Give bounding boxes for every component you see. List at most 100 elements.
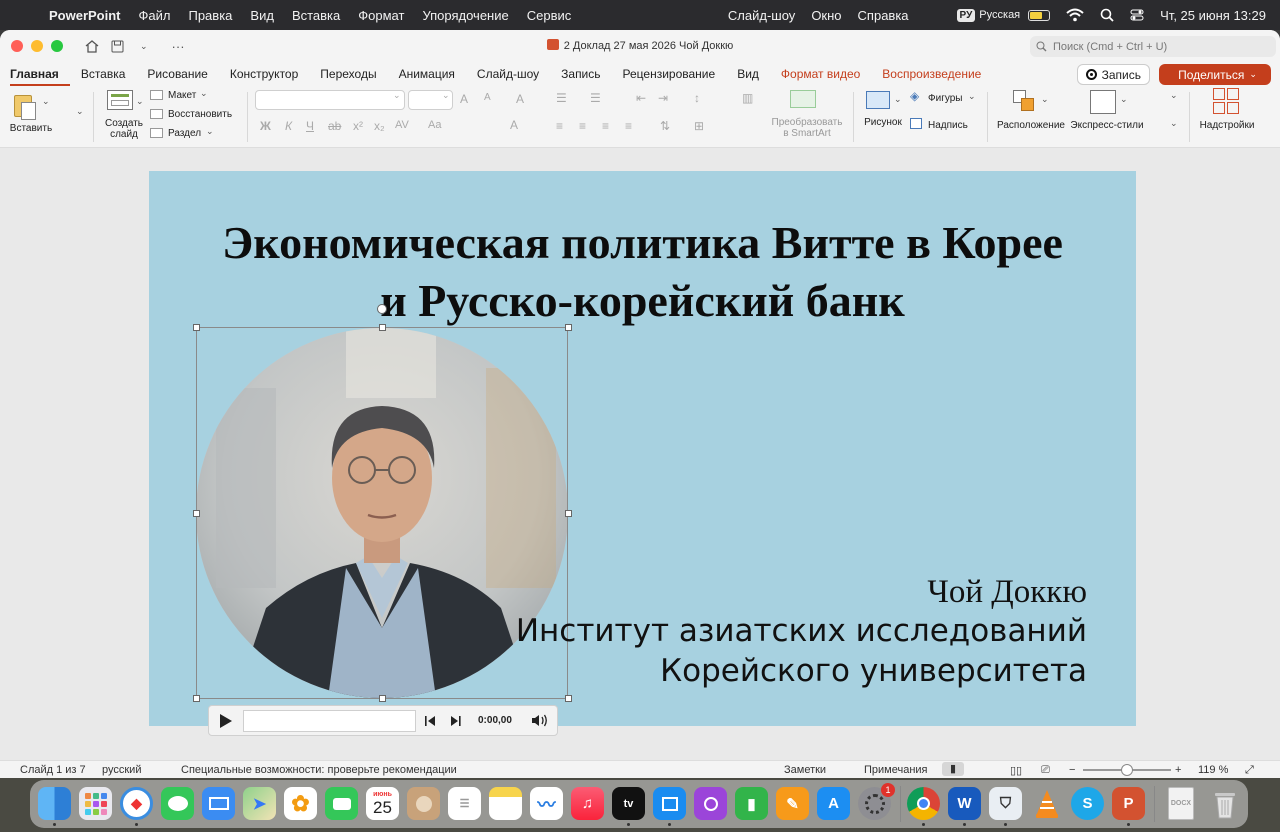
- close-window-button[interactable]: [11, 40, 23, 52]
- podcasts-icon[interactable]: [694, 787, 727, 820]
- menu-help[interactable]: Справка: [850, 8, 917, 23]
- slide-canvas[interactable]: Экономическая политика Витте в Корее и Р…: [149, 171, 1136, 726]
- reading-view-icon[interactable]: ▯▯: [1010, 764, 1022, 777]
- textbox-icon[interactable]: [910, 118, 922, 129]
- rotate-handle-icon[interactable]: [377, 304, 387, 314]
- notes-app-icon[interactable]: [489, 787, 522, 820]
- align-right-icon[interactable]: ≡: [602, 119, 609, 133]
- shapes-icon[interactable]: ◈: [910, 89, 919, 103]
- reset-icon[interactable]: [150, 109, 163, 119]
- document-icon[interactable]: DOCX: [1168, 787, 1194, 820]
- menu-format[interactable]: Формат: [349, 8, 413, 23]
- menu-edit[interactable]: Правка: [179, 8, 241, 23]
- addins-label[interactable]: Надстройки: [1196, 120, 1258, 131]
- tv-icon[interactable]: tv: [612, 787, 645, 820]
- align-text-icon[interactable]: ⊞: [694, 119, 704, 133]
- menu-arrange[interactable]: Упорядочение: [413, 8, 517, 23]
- tab-insert[interactable]: Вставка: [70, 62, 137, 86]
- app-store-icon[interactable]: A: [817, 787, 850, 820]
- play-icon[interactable]: [219, 713, 233, 729]
- skip-back-icon[interactable]: [425, 716, 437, 726]
- arrange-chevron-icon[interactable]: ⌄: [1041, 94, 1049, 105]
- reminders-icon[interactable]: ☰: [448, 787, 481, 820]
- freeform-icon[interactable]: 〰: [530, 787, 563, 820]
- zoom-in-icon[interactable]: +: [1175, 764, 1181, 776]
- zoom-level[interactable]: 119 %: [1198, 764, 1228, 776]
- control-center-icon[interactable]: [1130, 8, 1144, 22]
- facetime-icon[interactable]: [325, 787, 358, 820]
- spotlight-search-icon[interactable]: [1100, 8, 1114, 22]
- tab-view[interactable]: Вид: [726, 62, 770, 86]
- picture-label[interactable]: Рисунок: [862, 117, 904, 128]
- resize-handle-right[interactable]: [565, 510, 572, 517]
- media-progress-bar[interactable]: [243, 710, 416, 732]
- underline-icon[interactable]: Ч: [306, 119, 314, 133]
- resize-handle-bottom[interactable]: [379, 695, 386, 702]
- superscript-icon[interactable]: x²: [353, 119, 363, 133]
- menu-tools[interactable]: Сервис: [518, 8, 581, 23]
- powerpoint-icon[interactable]: P: [1112, 787, 1145, 820]
- resize-handle-top-right[interactable]: [565, 324, 572, 331]
- subscript-icon[interactable]: x₂: [374, 119, 385, 133]
- numbering-icon[interactable]: ☰: [590, 91, 601, 105]
- align-left-icon[interactable]: ≡: [556, 119, 563, 133]
- music-icon[interactable]: ♫: [571, 787, 604, 820]
- section-chevron-icon[interactable]: ⌄: [206, 126, 214, 137]
- keynote-icon[interactable]: [653, 787, 686, 820]
- mail-icon[interactable]: [202, 787, 235, 820]
- resize-handle-top-left[interactable]: [193, 324, 200, 331]
- tab-record[interactable]: Запись: [550, 62, 611, 86]
- chrome-icon[interactable]: [907, 787, 940, 820]
- tab-design[interactable]: Конструктор: [219, 62, 309, 86]
- trash-icon[interactable]: [1208, 787, 1241, 820]
- quick-styles-label[interactable]: Экспресс-стили: [1068, 120, 1146, 131]
- text-direction-icon[interactable]: ⇅: [660, 119, 670, 133]
- bold-icon[interactable]: Ж: [260, 119, 271, 133]
- fit-to-window-icon[interactable]: ⤢: [1245, 764, 1254, 777]
- quick-styles-icon[interactable]: [1090, 90, 1116, 114]
- tab-draw[interactable]: Рисование: [136, 62, 218, 86]
- safari-icon[interactable]: ◆: [120, 787, 153, 820]
- shape-outline-chevron-icon[interactable]: ⌄: [1170, 118, 1178, 129]
- skype-icon[interactable]: S: [1071, 787, 1104, 820]
- input-source-label[interactable]: Русская: [979, 9, 1020, 21]
- numbers-icon[interactable]: ▮: [735, 787, 768, 820]
- volume-icon[interactable]: [531, 714, 549, 727]
- section-label[interactable]: Раздел: [168, 128, 201, 139]
- clear-formatting-icon[interactable]: A: [516, 92, 524, 106]
- tab-playback[interactable]: Воспроизведение: [871, 62, 992, 86]
- accessibility-status[interactable]: Специальные возможности: проверьте реком…: [181, 764, 457, 776]
- tab-transitions[interactable]: Переходы: [309, 62, 387, 86]
- author-block[interactable]: Чой Доккю Институт азиатских исследовани…: [516, 573, 1087, 691]
- textbox-label[interactable]: Надпись: [928, 120, 968, 131]
- new-slide-chevron-icon[interactable]: ⌄: [136, 96, 144, 107]
- comments-button[interactable]: Примечания: [864, 764, 928, 776]
- resize-handle-bottom-left[interactable]: [193, 695, 200, 702]
- decrease-font-icon[interactable]: A: [484, 92, 491, 103]
- calendar-icon[interactable]: июнь 25: [366, 787, 399, 820]
- tab-video-format[interactable]: Формат видео: [770, 62, 871, 86]
- menu-file[interactable]: Файл: [130, 8, 180, 23]
- new-slide-icon[interactable]: [107, 90, 133, 110]
- justify-icon[interactable]: ≡: [625, 119, 632, 133]
- quick-styles-chevron-icon[interactable]: ⌄: [1120, 94, 1128, 105]
- layout-label[interactable]: Макет: [168, 90, 196, 101]
- font-name-chevron-icon[interactable]: ⌄: [393, 90, 401, 101]
- shield-app-icon[interactable]: ⛉: [989, 787, 1022, 820]
- columns-icon[interactable]: ▥: [742, 91, 753, 105]
- picture-icon[interactable]: [866, 91, 890, 109]
- paste-icon[interactable]: [14, 92, 40, 120]
- zoom-slider[interactable]: [1083, 764, 1171, 776]
- arrange-icon[interactable]: [1013, 90, 1035, 112]
- bullets-icon[interactable]: ☰: [556, 91, 567, 105]
- tab-review[interactable]: Рецензирование: [612, 62, 727, 86]
- launchpad-icon[interactable]: [79, 787, 112, 820]
- maps-icon[interactable]: ➤: [243, 787, 276, 820]
- menu-slideshow[interactable]: Слайд-шоу: [720, 8, 803, 23]
- input-source-badge[interactable]: РУ: [956, 8, 976, 22]
- normal-view-icon[interactable]: ▮: [942, 762, 964, 776]
- search-field[interactable]: Поиск (Cmd + Ctrl + U): [1030, 36, 1276, 57]
- save-icon[interactable]: [111, 40, 124, 53]
- share-button[interactable]: Поделиться ⌄: [1159, 64, 1271, 85]
- italic-icon[interactable]: К: [285, 119, 292, 133]
